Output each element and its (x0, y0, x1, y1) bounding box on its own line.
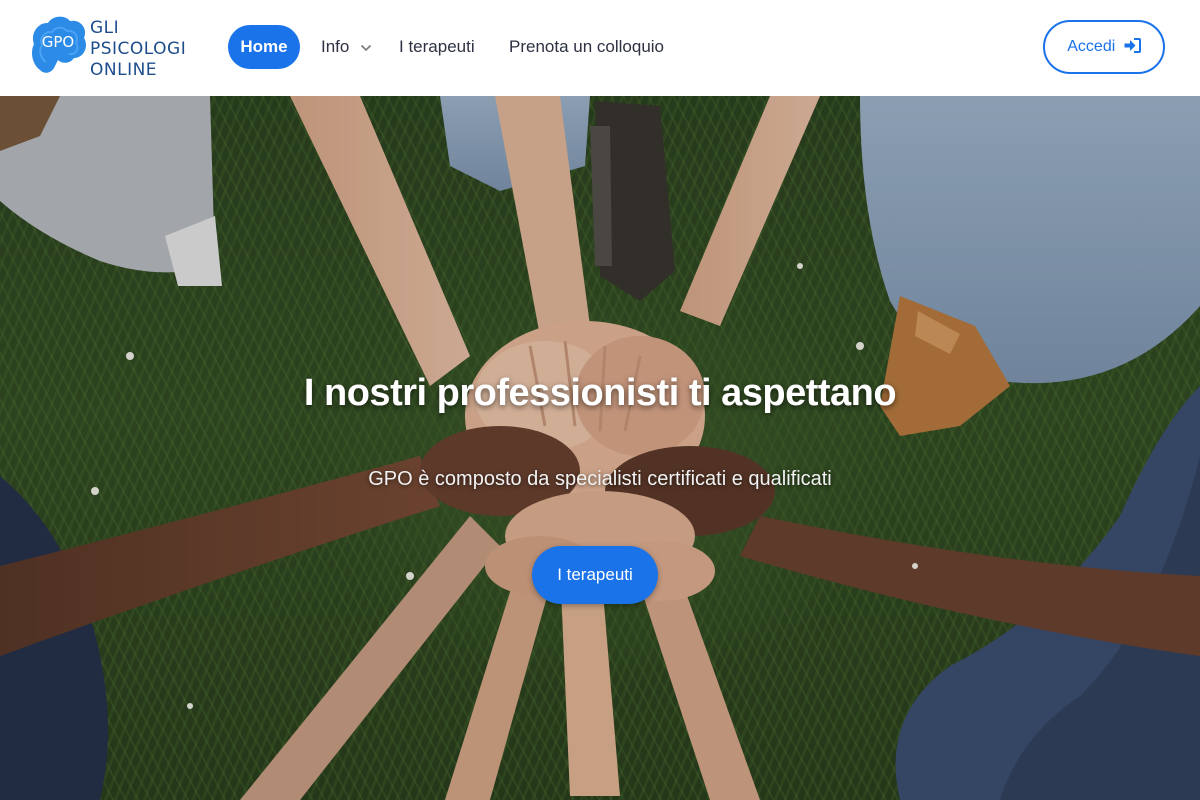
nav-item-terapeuti[interactable]: I terapeuti (399, 25, 475, 69)
brain-cloud-logo-icon: GPO (32, 16, 86, 73)
nav-item-home-label: Home (240, 37, 288, 56)
hero-terapeuti-button[interactable]: I terapeuti (532, 546, 658, 604)
nav-item-home[interactable]: Home (228, 25, 300, 69)
site-logo[interactable]: GPO GLI PSICOLOGI ONLINE (28, 12, 228, 84)
hero-title: I nostri professionisti ti aspettano (303, 372, 897, 414)
login-button[interactable]: Accedi (1043, 20, 1165, 74)
hero-dark-overlay (0, 96, 1200, 800)
sign-in-icon (1124, 37, 1141, 53)
nav-item-info[interactable]: Info (321, 25, 372, 69)
nav-item-terapeuti-label: I terapeuti (399, 37, 475, 56)
brand-name-line-3: ONLINE (90, 60, 158, 80)
login-button-label: Accedi (1067, 38, 1116, 55)
nav-item-prenota[interactable]: Prenota un colloquio (509, 25, 664, 69)
brand-name: GLI PSICOLOGI ONLINE (90, 18, 186, 81)
nav-item-prenota-label: Prenota un colloquio (509, 37, 665, 56)
hero-subtitle: GPO è composto da specialisti certificat… (368, 468, 832, 490)
brand-name-line-1: GLI (90, 18, 120, 38)
logo-mark-text: GPO (42, 33, 74, 51)
nav-item-info-label: Info (321, 37, 350, 56)
chevron-down-icon (361, 44, 372, 51)
site-header: GPO GLI PSICOLOGI ONLINE Home Info I ter… (0, 0, 1200, 96)
hero-section: I nostri professionisti ti aspettano GPO… (0, 96, 1200, 800)
brand-name-line-2: PSICOLOGI (90, 39, 187, 59)
